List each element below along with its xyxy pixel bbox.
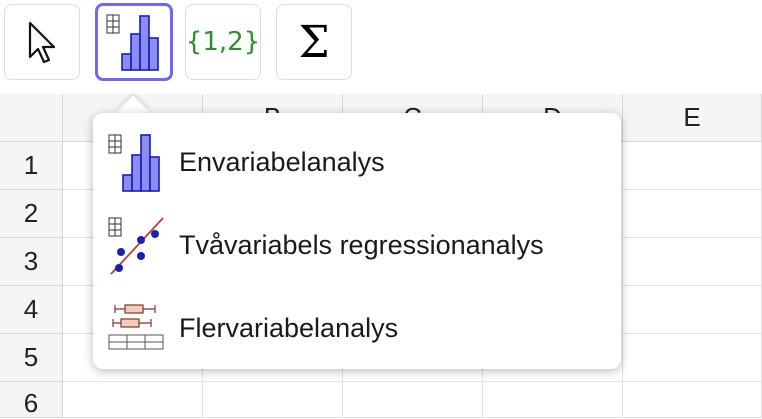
grid-corner <box>0 94 63 142</box>
menu-item-label: Envariabelanalys <box>179 146 385 177</box>
cell[interactable] <box>623 382 762 418</box>
toolbar: {1,2} Σ <box>0 0 762 94</box>
cell[interactable] <box>63 382 203 418</box>
row-header-1[interactable]: 1 <box>0 142 63 190</box>
sum-tool-label: Σ <box>298 16 330 68</box>
menu-item-one-variable-analysis[interactable]: Envariabelanalys <box>93 121 621 203</box>
list-tool-button[interactable]: {1,2} <box>185 4 261 80</box>
cell[interactable] <box>623 286 762 334</box>
sum-tool-button[interactable]: Σ <box>276 4 352 80</box>
menu-item-two-variable-regression-analysis[interactable]: Tvåvariabels regressionanalys <box>93 204 621 286</box>
menu-item-label: Flervariabelanalys <box>179 312 399 343</box>
row-header-3[interactable]: 3 <box>0 238 63 286</box>
row-header-2[interactable]: 2 <box>0 190 63 238</box>
move-tool-button[interactable] <box>4 4 80 80</box>
row-header-5[interactable]: 5 <box>0 334 63 382</box>
boxplot-icon <box>108 304 164 350</box>
menu-item-label: Tvåvariabels regressionanalys <box>179 229 544 260</box>
cell[interactable] <box>483 382 623 418</box>
cell[interactable] <box>623 142 762 190</box>
analysis-tools-popup: Envariabelanalys Tvåvariabels regression… <box>93 113 621 369</box>
histogram-icon <box>108 134 160 192</box>
row-header-6[interactable]: 6 <box>0 382 63 418</box>
cell[interactable] <box>623 334 762 382</box>
histogram-icon <box>106 14 159 71</box>
row-header-4[interactable]: 4 <box>0 286 63 334</box>
menu-item-multi-variable-analysis[interactable]: Flervariabelanalys <box>93 287 621 369</box>
cell[interactable] <box>623 190 762 238</box>
one-variable-analysis-tool-button[interactable] <box>95 3 173 81</box>
cell[interactable] <box>203 382 343 418</box>
list-tool-label: {1,2} <box>185 27 261 57</box>
scatter-regression-icon <box>108 217 164 275</box>
column-header-e[interactable]: E <box>623 94 762 142</box>
cell[interactable] <box>623 238 762 286</box>
cursor-arrow-icon <box>28 21 56 64</box>
cell[interactable] <box>343 382 483 418</box>
